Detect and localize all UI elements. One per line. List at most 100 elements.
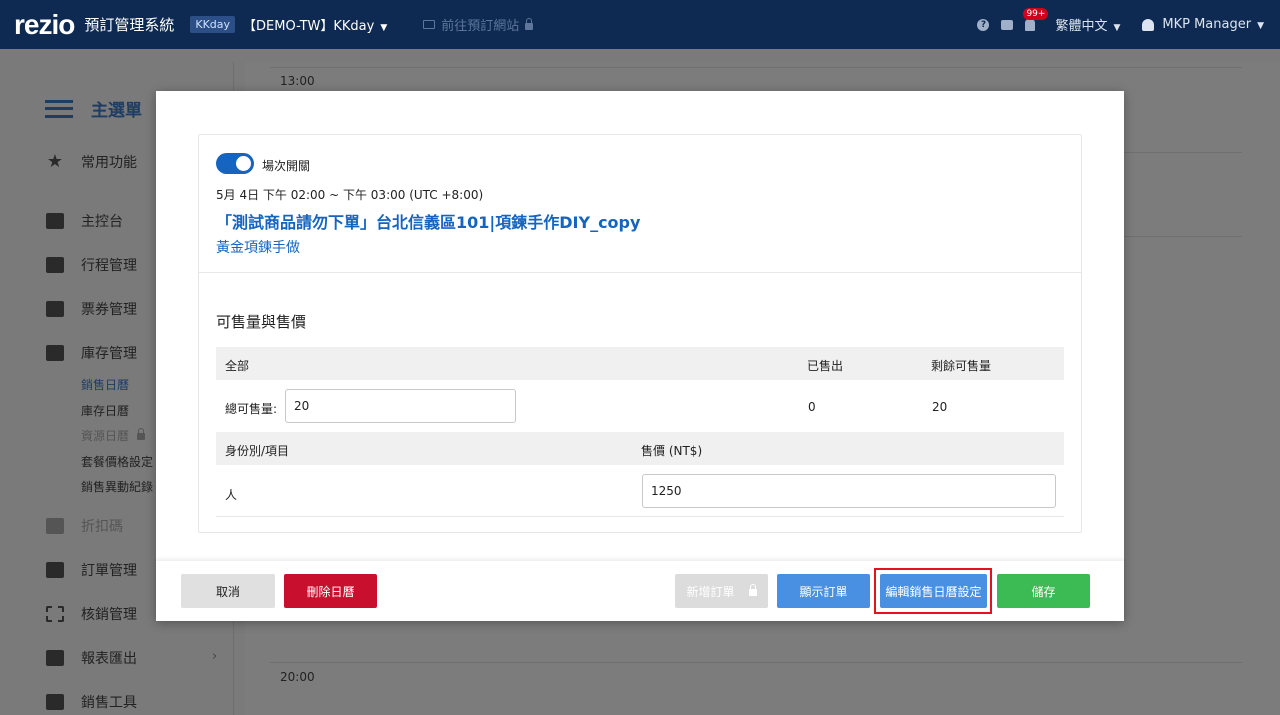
menu-icon[interactable] — [45, 99, 73, 118]
system-title: 預訂管理系統 — [84, 16, 175, 34]
store-name: 【DEMO-TW】KKday — [243, 19, 375, 34]
session-edit-modal: 場次開關 5月 4日 下午 02:00 ~ 下午 03:00 (UTC +8:0… — [156, 91, 1124, 621]
sidebar-item-redemption[interactable]: 核銷管理 — [46, 604, 137, 624]
time-label: 13:00 — [280, 74, 315, 88]
sidebar-item-label: 庫存管理 — [81, 346, 137, 362]
sidebar-item-tickets[interactable]: 票券管理 — [46, 299, 137, 319]
remaining-value: 20 — [932, 400, 948, 414]
lock-icon — [748, 584, 757, 596]
sidebar-item-reports[interactable]: 報表匯出 — [46, 648, 137, 668]
show-orders-button[interactable]: 顯示訂單 — [777, 574, 870, 608]
rezio-logo[interactable]: rezio — [14, 9, 75, 41]
visit-booking-site-link[interactable]: 前往預訂網站 — [423, 15, 534, 34]
toggle-knob — [236, 156, 251, 171]
notification-badge: 99+ — [1023, 7, 1049, 20]
row-divider — [216, 516, 1064, 517]
channel-tag: KKday — [190, 16, 236, 33]
sidebar-item-orders[interactable]: 訂單管理 — [46, 560, 137, 580]
language-label: 繁體中文 — [1055, 19, 1108, 34]
total-quantity-label: 總可售量: — [225, 402, 278, 416]
user-name: MKP Manager — [1162, 17, 1252, 32]
calendar-gridline — [270, 662, 1242, 663]
dashboard-icon — [46, 213, 64, 229]
sidebar-item-favorites[interactable]: ★ 常用功能 — [46, 152, 137, 172]
session-toggle[interactable] — [216, 153, 254, 174]
add-order-button[interactable]: 新增訂單 — [675, 574, 768, 608]
sidebar-item-label: 折扣碼 — [81, 519, 123, 535]
edit-sales-calendar-settings-button[interactable]: 編輯銷售日曆設定 — [880, 574, 987, 608]
chevron-down-icon: ▼ — [1113, 23, 1121, 33]
lock-icon — [525, 17, 534, 30]
star-icon: ★ — [46, 151, 64, 172]
column-header-price: 售價 (NT$) — [641, 444, 703, 458]
top-navigation-bar: rezio 預訂管理系統 KKday 【DEMO-TW】KKday ▼ 前往預訂網… — [0, 0, 1280, 49]
tools-icon — [46, 694, 64, 710]
sidebar-item-inventory[interactable]: 庫存管理 — [46, 343, 137, 363]
bell-icon[interactable]: 99+ — [1023, 7, 1049, 31]
help-icon[interactable]: ? — [977, 18, 990, 31]
store-selector[interactable]: 【DEMO-TW】KKday ▼ — [243, 15, 387, 34]
column-header-all: 全部 — [225, 359, 250, 373]
product-title-link[interactable]: 「測試商品請勿下單」台北信義區101|項鍊手作DIY_copy — [216, 209, 640, 233]
monitor-icon — [423, 20, 436, 29]
sold-value: 0 — [808, 400, 816, 414]
session-card: 場次開關 5月 4日 下午 02:00 ~ 下午 03:00 (UTC +8:0… — [198, 134, 1082, 533]
download-icon — [46, 650, 64, 666]
language-selector[interactable]: 繁體中文 ▼ — [1055, 15, 1120, 34]
sidebar-item-label: 核銷管理 — [81, 607, 137, 623]
calendar-gridline — [270, 67, 1242, 68]
ticket-icon — [46, 301, 64, 317]
folder-star-icon — [46, 257, 64, 273]
user-menu[interactable]: MKP Manager ▼ — [1162, 17, 1264, 32]
document-icon — [46, 562, 64, 578]
price-input[interactable] — [642, 474, 1056, 508]
sidebar-title: 主選單 — [91, 101, 142, 121]
lock-icon — [136, 428, 145, 440]
product-package-link[interactable]: 黃金項鍊手做 — [216, 237, 300, 257]
save-button[interactable]: 儲存 — [997, 574, 1090, 608]
sidebar-item-label: 銷售工具 — [81, 695, 137, 711]
sidebar-item-dashboard[interactable]: 主控台 — [46, 211, 123, 231]
identity-label: 人 — [225, 488, 238, 502]
chevron-right-icon: › — [212, 649, 218, 664]
session-info: 場次開關 5月 4日 下午 02:00 ~ 下午 03:00 (UTC +8:0… — [199, 135, 1081, 273]
column-header-identity: 身份別/項目 — [225, 444, 290, 458]
sidebar-item-itinerary[interactable]: 行程管理 — [46, 255, 137, 275]
tag-icon — [46, 518, 64, 534]
total-quantity-input[interactable] — [285, 389, 516, 423]
cancel-button[interactable]: 取消 — [181, 574, 275, 608]
section-title: 可售量與售價 — [216, 313, 307, 331]
sidebar-header: 主選單 — [45, 96, 142, 121]
sidebar-item-label: 行程管理 — [81, 258, 137, 274]
inventory-table-header: 全部 已售出 剩餘可售量 — [216, 347, 1064, 380]
user-icon — [1142, 18, 1155, 31]
chevron-down-icon: ▼ — [380, 23, 388, 33]
time-label: 20:00 — [280, 670, 315, 684]
sidebar-subitem-resource-calendar[interactable]: 資源日曆 — [81, 427, 145, 444]
session-time: 5月 4日 下午 02:00 ~ 下午 03:00 (UTC +8:00) — [216, 188, 484, 202]
chevron-down-icon: ▼ — [1257, 21, 1264, 31]
delete-calendar-button[interactable]: 刪除日曆 — [284, 574, 377, 608]
sidebar-item-label: 報表匯出 — [81, 651, 137, 667]
sidebar-item-discount[interactable]: 折扣碼 — [46, 516, 123, 536]
sidebar-item-label: 常用功能 — [81, 155, 137, 171]
column-header-sold: 已售出 — [807, 359, 844, 373]
visit-site-label: 前往預訂網站 — [441, 19, 520, 34]
price-table-header: 身份別/項目 售價 (NT$) — [216, 432, 1064, 465]
sidebar-subitem-sales-log[interactable]: 銷售異動紀錄 — [81, 478, 153, 495]
add-order-label: 新增訂單 — [686, 584, 735, 599]
sidebar-item-label: 訂單管理 — [81, 563, 137, 579]
message-icon[interactable] — [1001, 19, 1014, 30]
sidebar-item-label: 資源日曆 — [81, 429, 130, 443]
sidebar-item-sales-tools[interactable]: 銷售工具 — [46, 692, 137, 712]
calendar-icon — [46, 345, 64, 361]
sidebar-item-label: 票券管理 — [81, 302, 137, 318]
scan-icon — [46, 606, 64, 622]
sidebar-subitem-package-pricing[interactable]: 套餐價格設定 — [81, 453, 153, 470]
modal-footer: 取消 刪除日曆 新增訂單 顯示訂單 編輯銷售日曆設定 儲存 — [156, 561, 1124, 621]
column-header-remaining: 剩餘可售量 — [931, 359, 992, 373]
sidebar-subitem-inventory-calendar[interactable]: 庫存日曆 — [81, 402, 129, 419]
session-toggle-label: 場次開關 — [262, 159, 311, 173]
sidebar-subitem-sales-calendar[interactable]: 銷售日曆 — [81, 376, 129, 393]
sidebar-item-label: 主控台 — [81, 214, 123, 230]
